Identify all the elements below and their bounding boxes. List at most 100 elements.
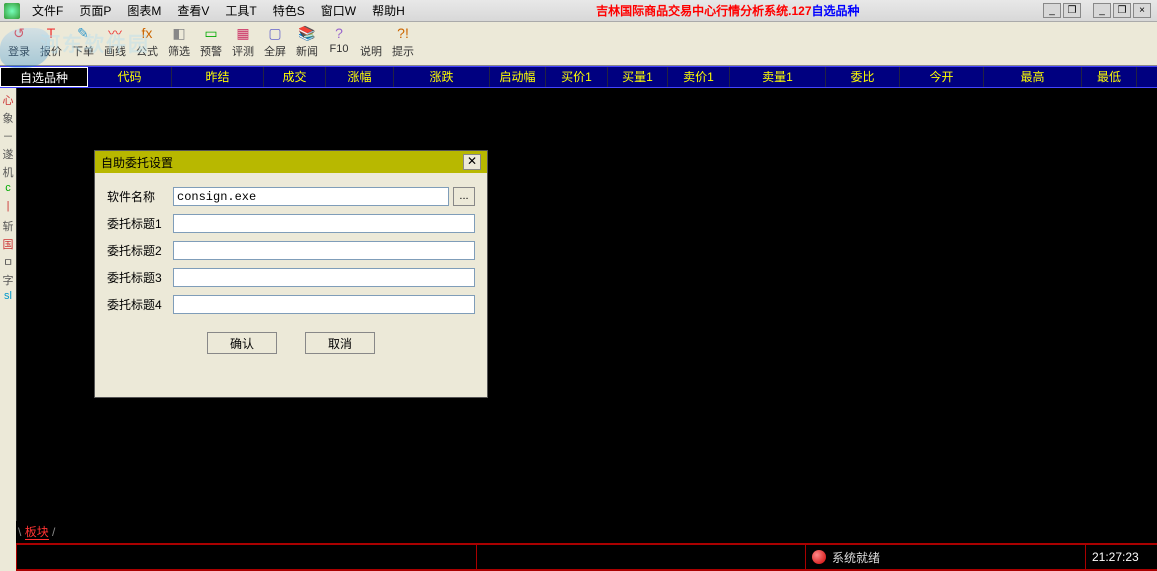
- restore-button[interactable]: ❐: [1113, 3, 1131, 18]
- toolbar-icon: 📚: [298, 24, 316, 42]
- left-gutter: 心 象 － 遂 机 c | 斩 国 ㅁ 字 sl: [0, 88, 16, 571]
- col-8[interactable]: 买量1: [608, 67, 668, 87]
- inner-minimize-button[interactable]: _: [1043, 3, 1061, 18]
- toolbar-label: 下单: [72, 43, 94, 59]
- gutter-icon[interactable]: －: [1, 128, 15, 142]
- col-4[interactable]: 涨幅: [326, 67, 394, 87]
- toolbar-btn-3[interactable]: 〰画线: [100, 24, 130, 59]
- software-name-input[interactable]: [173, 187, 449, 206]
- gutter-icon[interactable]: 机: [1, 164, 15, 178]
- gutter-icon[interactable]: 遂: [1, 146, 15, 160]
- app-icon: [4, 3, 20, 19]
- col-2[interactable]: 昨结: [172, 67, 264, 87]
- toolbar-icon: ◧: [170, 24, 188, 42]
- toolbar-icon: ?: [330, 24, 348, 42]
- menu-special[interactable]: 特色S: [265, 0, 313, 21]
- menu-help[interactable]: 帮助H: [364, 0, 413, 21]
- toolbar: ↺登录T报价✎下单〰画线fx公式◧筛选▭预警▦评测▢全屏📚新闻?F10说明?!提…: [0, 22, 1157, 66]
- dialog-row-2: 委托标题2: [107, 241, 475, 260]
- consign-title-2-input[interactable]: [173, 241, 475, 260]
- col-9[interactable]: 卖价1: [668, 67, 730, 87]
- gutter-icon[interactable]: 心: [1, 92, 15, 106]
- menubar: 文件F 页面P 图表M 查看V 工具T 特色S 窗口W 帮助H 吉林国际商品交易…: [0, 0, 1157, 22]
- toolbar-label: 预警: [200, 43, 222, 59]
- toolbar-icon: [362, 24, 380, 42]
- toolbar-btn-9[interactable]: 📚新闻: [292, 24, 322, 59]
- gutter-icon[interactable]: c: [1, 182, 15, 196]
- gutter-icon[interactable]: 字: [1, 272, 15, 286]
- toolbar-btn-0[interactable]: ↺登录: [4, 24, 34, 59]
- tab-board[interactable]: 板块: [25, 525, 49, 540]
- consign-title-3-input[interactable]: [173, 268, 475, 287]
- menu-page[interactable]: 页面P: [71, 0, 119, 21]
- inner-restore-button[interactable]: ❐: [1063, 3, 1081, 18]
- field-label: 软件名称: [107, 188, 173, 205]
- toolbar-icon: fx: [138, 24, 156, 42]
- gutter-icon[interactable]: ㅁ: [1, 254, 15, 268]
- gutter-icon[interactable]: 象: [1, 110, 15, 124]
- consign-settings-dialog: 自助委托设置 ✕ 软件名称... 委托标题1 委托标题2 委托标题3 委托标题4 确认 取消: [94, 150, 488, 398]
- toolbar-btn-6[interactable]: ▭预警: [196, 24, 226, 59]
- toolbar-btn-5[interactable]: ◧筛选: [164, 24, 194, 59]
- col-14[interactable]: 最低: [1082, 67, 1137, 87]
- minimize-button[interactable]: _: [1093, 3, 1111, 18]
- consign-title-4-input[interactable]: [173, 295, 475, 314]
- toolbar-label: 新闻: [296, 43, 318, 59]
- col-0[interactable]: 自选品种: [0, 67, 88, 87]
- col-1[interactable]: 代码: [88, 67, 172, 87]
- toolbar-label: 筛选: [168, 43, 190, 59]
- toolbar-btn-1[interactable]: T报价: [36, 24, 66, 59]
- menu-tool[interactable]: 工具T: [217, 0, 264, 21]
- ok-button[interactable]: 确认: [207, 332, 277, 354]
- col-3[interactable]: 成交: [264, 67, 326, 87]
- col-5[interactable]: 涨跌: [394, 67, 490, 87]
- app-subtitle: 自选品种: [812, 2, 860, 19]
- menu-view[interactable]: 查看V: [169, 0, 217, 21]
- menu-chart[interactable]: 图表M: [119, 0, 169, 21]
- tab-slash: \: [18, 525, 21, 539]
- toolbar-btn-10[interactable]: ?F10: [324, 24, 354, 55]
- col-13[interactable]: 最高: [984, 67, 1082, 87]
- column-header-row: 自选品种代码昨结成交涨幅涨跌启动幅买价1买量1卖价1卖量1委比今开最高最低: [0, 66, 1157, 88]
- toolbar-icon: ▢: [266, 24, 284, 42]
- col-10[interactable]: 卖量1: [730, 67, 826, 87]
- app-title: 吉林国际商品交易中心行情分析系统.127: [596, 2, 811, 19]
- toolbar-icon: ▭: [202, 24, 220, 42]
- dialog-row-1: 委托标题1: [107, 214, 475, 233]
- toolbar-btn-2[interactable]: ✎下单: [68, 24, 98, 59]
- consign-title-1-input[interactable]: [173, 214, 475, 233]
- toolbar-btn-4[interactable]: fx公式: [132, 24, 162, 59]
- status-dot-icon: [812, 550, 826, 564]
- toolbar-btn-12[interactable]: ?!提示: [388, 24, 418, 59]
- browse-button[interactable]: ...: [453, 187, 475, 206]
- menu-file[interactable]: 文件F: [24, 0, 71, 21]
- field-label: 委托标题1: [107, 215, 173, 232]
- field-label: 委托标题4: [107, 296, 173, 313]
- close-button[interactable]: ×: [1133, 3, 1151, 18]
- gutter-icon[interactable]: sl: [1, 290, 15, 304]
- status-bar: 系统就绪 21:27:23: [16, 543, 1157, 571]
- col-11[interactable]: 委比: [826, 67, 900, 87]
- cancel-button[interactable]: 取消: [305, 332, 375, 354]
- dialog-close-button[interactable]: ✕: [463, 154, 481, 170]
- dialog-titlebar[interactable]: 自助委托设置 ✕: [95, 151, 487, 173]
- dialog-row-0: 软件名称...: [107, 187, 475, 206]
- dialog-title-text: 自助委托设置: [101, 154, 173, 171]
- gutter-icon[interactable]: 斩: [1, 218, 15, 232]
- gutter-icon[interactable]: |: [1, 200, 15, 214]
- toolbar-btn-11[interactable]: 说明: [356, 24, 386, 59]
- toolbar-label: 说明: [360, 43, 382, 59]
- bottom-tabs: \ 板块 /: [16, 521, 1157, 543]
- menu-window[interactable]: 窗口W: [313, 0, 364, 21]
- col-12[interactable]: 今开: [900, 67, 984, 87]
- dialog-row-4: 委托标题4: [107, 295, 475, 314]
- toolbar-label: 画线: [104, 43, 126, 59]
- gutter-icon[interactable]: 国: [1, 236, 15, 250]
- field-label: 委托标题3: [107, 269, 173, 286]
- col-7[interactable]: 买价1: [546, 67, 608, 87]
- toolbar-label: 提示: [392, 43, 414, 59]
- col-6[interactable]: 启动幅: [490, 67, 546, 87]
- toolbar-btn-7[interactable]: ▦评测: [228, 24, 258, 59]
- toolbar-btn-8[interactable]: ▢全屏: [260, 24, 290, 59]
- dialog-row-3: 委托标题3: [107, 268, 475, 287]
